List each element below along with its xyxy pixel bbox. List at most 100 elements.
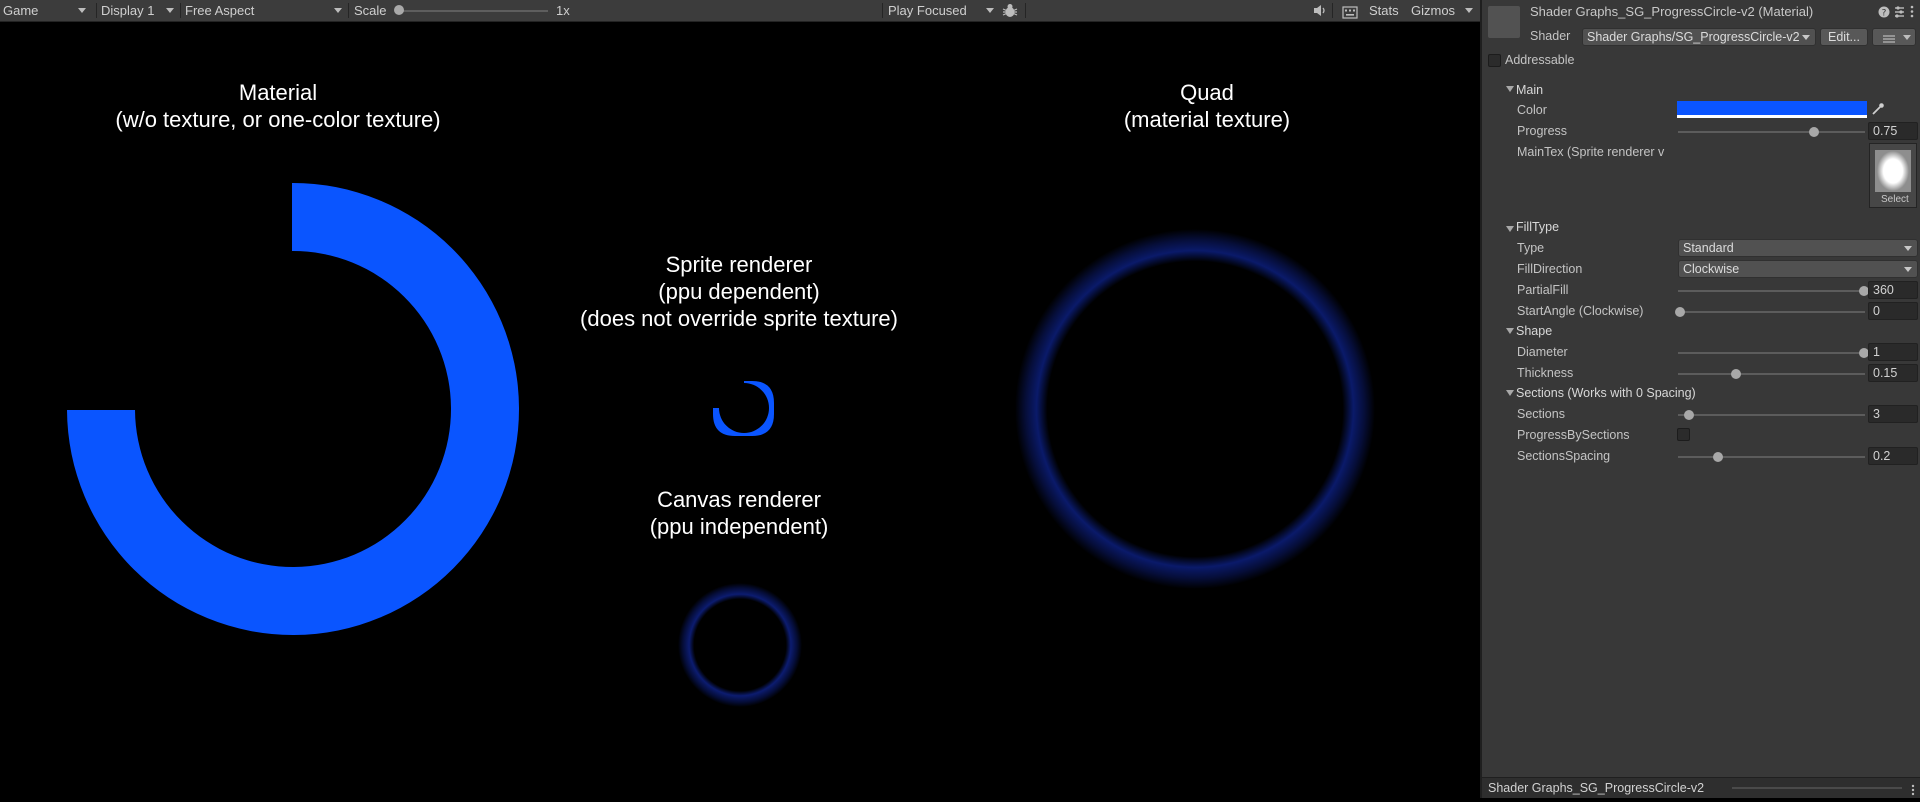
diameter-input[interactable]: 1 — [1868, 343, 1918, 361]
inspector-footer: Shader Graphs_SG_ProgressCircle-v2 — [1482, 777, 1920, 798]
startangle-slider-track[interactable] — [1678, 311, 1865, 313]
footer-resize-handle[interactable] — [1732, 787, 1902, 789]
partialfill-input[interactable]: 360 — [1868, 281, 1918, 299]
footer-menu-icon[interactable] — [1910, 782, 1916, 796]
gizmos-button[interactable]: Gizmos — [1411, 0, 1455, 21]
shader-dropdown[interactable]: Shader Graphs/SG_ProgressCircle-v2 — [1582, 28, 1816, 46]
gizmos-dropdown-icon[interactable] — [1465, 8, 1473, 13]
preset-icon[interactable] — [1893, 5, 1906, 18]
diameter-label: Diameter — [1517, 345, 1568, 359]
filldirection-value: Clockwise — [1683, 262, 1740, 276]
game-tab-label: Game — [3, 3, 39, 18]
partialfill-label: PartialFill — [1517, 283, 1569, 297]
type-value: Standard — [1683, 241, 1734, 255]
startangle-slider-handle[interactable] — [1675, 307, 1685, 317]
sectionsspacing-label: SectionsSpacing — [1517, 449, 1611, 463]
progress-slider-handle[interactable] — [1809, 127, 1819, 137]
sprite-progress-ring — [713, 381, 774, 436]
shader-options-button[interactable] — [1872, 28, 1916, 46]
progressbysections-checkbox[interactable] — [1677, 428, 1690, 441]
audio-mute-icon[interactable] — [1312, 3, 1328, 18]
type-dropdown[interactable]: Standard — [1678, 239, 1918, 257]
canvas-ring-glow — [678, 583, 802, 707]
progress-input[interactable]: 0.75 — [1868, 122, 1918, 140]
toolbar-divider — [1332, 3, 1333, 18]
texture-thumbnail — [1875, 150, 1911, 192]
section-main[interactable]: Main — [1516, 81, 1543, 99]
section-filltype[interactable]: FillType — [1516, 218, 1559, 236]
partialfill-slider-track[interactable] — [1678, 290, 1865, 292]
foldout-main-icon[interactable] — [1506, 86, 1514, 92]
help-icon[interactable]: ? — [1878, 6, 1890, 19]
chevron-down-icon — [1903, 35, 1911, 40]
sections-slider-track[interactable] — [1678, 414, 1865, 416]
bug-icon[interactable] — [1001, 2, 1019, 19]
edit-shader-button[interactable]: Edit... — [1820, 28, 1868, 46]
toolbar-divider — [1025, 3, 1026, 18]
display-dropdown[interactable]: Display 1 — [98, 0, 181, 21]
color-label: Color — [1517, 103, 1547, 117]
sectionsspacing-slider-track[interactable] — [1678, 456, 1865, 458]
eyedropper-icon[interactable] — [1871, 102, 1885, 116]
quad-ring-glow — [1015, 229, 1375, 589]
shader-value: Shader Graphs/SG_ProgressCircle-v2 — [1587, 30, 1800, 44]
foldout-shape-icon[interactable] — [1506, 328, 1514, 334]
toolbar-divider — [96, 3, 97, 18]
scene-graphics — [67, 182, 1375, 707]
inspector-panel: Shader Graphs_SG_ProgressCircle-v2 (Mate… — [1480, 0, 1920, 798]
material-label: Material (w/o texture, or one-color text… — [115, 80, 441, 132]
type-label: Type — [1517, 241, 1545, 255]
sprite-label: Sprite renderer (ppu dependent) (does no… — [580, 252, 898, 331]
filldirection-label: FillDirection — [1517, 262, 1583, 276]
game-tab-dropdown[interactable]: Game — [0, 0, 95, 21]
section-sections[interactable]: Sections (Works with 0 Spacing) — [1516, 384, 1696, 402]
diameter-slider-track[interactable] — [1678, 352, 1865, 354]
chevron-down-icon — [78, 8, 86, 13]
startangle-label: StartAngle (Clockwise) — [1517, 304, 1644, 318]
thickness-slider-handle[interactable] — [1731, 369, 1741, 379]
scale-slider-track[interactable] — [398, 10, 548, 12]
progress-slider-track[interactable] — [1678, 131, 1865, 133]
play-mode-dropdown[interactable]: Play Focused — [885, 0, 998, 21]
section-shape[interactable]: Shape — [1516, 322, 1552, 340]
foldout-sections-icon[interactable] — [1506, 390, 1514, 396]
sections-input[interactable]: 3 — [1868, 405, 1918, 423]
quad-label: Quad (material texture) — [1123, 80, 1291, 132]
sections-slider-handle[interactable] — [1684, 410, 1694, 420]
filldirection-dropdown[interactable]: Clockwise — [1678, 260, 1918, 278]
scale-value: 1x — [556, 3, 570, 18]
sectionsspacing-slider-handle[interactable] — [1713, 452, 1723, 462]
scale-label: Scale — [354, 3, 387, 18]
canvas-label: Canvas renderer (ppu independent) — [649, 487, 829, 539]
stats-button[interactable]: Stats — [1369, 0, 1399, 21]
toolbar-divider — [348, 3, 349, 18]
startangle-input[interactable]: 0 — [1868, 302, 1918, 320]
keyboard-shortcuts-icon[interactable] — [1342, 4, 1358, 19]
aspect-label: Free Aspect — [185, 3, 255, 18]
scale-slider-handle[interactable] — [394, 5, 404, 15]
sectionsspacing-input[interactable]: 0.2 — [1868, 447, 1918, 465]
aspect-dropdown[interactable]: Free Aspect — [182, 0, 349, 21]
context-menu-icon[interactable] — [1909, 5, 1915, 18]
addressable-checkbox[interactable] — [1488, 54, 1501, 67]
chevron-down-icon — [334, 8, 342, 13]
chevron-down-icon — [1904, 267, 1912, 272]
toolbar-divider — [180, 3, 181, 18]
toolbar-divider — [882, 3, 883, 18]
list-icon — [1883, 32, 1895, 43]
inspector-title: Shader Graphs_SG_ProgressCircle-v2 (Mate… — [1530, 4, 1814, 19]
color-swatch[interactable] — [1677, 101, 1867, 118]
display-label: Display 1 — [101, 3, 155, 18]
thickness-slider-track[interactable] — [1678, 373, 1865, 375]
progress-label: Progress — [1517, 124, 1568, 138]
foldout-filltype-icon[interactable] — [1506, 226, 1514, 232]
material-progress-ring — [67, 182, 520, 636]
chevron-down-icon — [986, 8, 994, 13]
maintex-label: MainTex (Sprite renderer v — [1517, 145, 1665, 159]
game-toolbar: Game Display 1 Free Aspect Scale 1x Play… — [0, 0, 1480, 22]
thickness-input[interactable]: 0.15 — [1868, 364, 1918, 382]
sections-label: Sections — [1517, 407, 1565, 421]
game-view: Game Display 1 Free Aspect Scale 1x Play… — [0, 0, 1480, 798]
maintex-texture-slot[interactable]: Select — [1869, 143, 1917, 208]
texture-select-label[interactable]: Select — [1881, 194, 1909, 205]
